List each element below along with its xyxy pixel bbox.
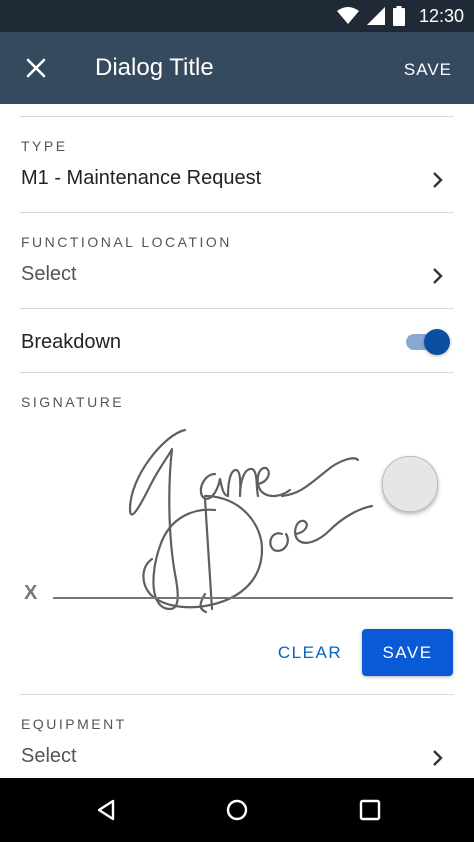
battery-icon — [392, 6, 405, 26]
home-button[interactable] — [221, 794, 253, 826]
save-button[interactable]: SAVE — [404, 60, 452, 80]
clear-signature-button[interactable]: CLEAR — [276, 630, 344, 676]
status-bar: 12:30 — [0, 0, 474, 32]
app-bar: Dialog Title SAVE — [0, 32, 474, 104]
status-time: 12:30 — [418, 5, 464, 26]
equipment-field[interactable]: EQUIPMENT Select — [0, 694, 474, 778]
close-button[interactable] — [20, 52, 52, 84]
status-icons: 12:30 — [336, 0, 464, 32]
signature-x-mark: X — [24, 582, 38, 604]
recents-button[interactable] — [354, 794, 386, 826]
signature-pen-handle[interactable] — [382, 456, 438, 512]
wifi-icon — [336, 7, 359, 24]
close-icon — [26, 58, 46, 78]
recents-icon — [359, 799, 381, 821]
back-icon — [97, 799, 115, 821]
back-button[interactable] — [90, 794, 122, 826]
equipment-label: EQUIPMENT — [21, 716, 127, 732]
form-content: TYPE M1 - Maintenance Request FUNCTIONAL… — [0, 104, 474, 778]
signature-baseline — [53, 597, 453, 599]
home-icon — [226, 799, 248, 821]
signature-drawing[interactable] — [0, 104, 474, 778]
chevron-right-icon — [433, 750, 443, 766]
save-signature-button[interactable]: SAVE — [362, 629, 453, 676]
nav-bar — [0, 778, 474, 842]
cell-signal-icon — [366, 7, 385, 25]
dialog-title: Dialog Title — [95, 54, 214, 81]
equipment-value: Select — [21, 745, 77, 767]
